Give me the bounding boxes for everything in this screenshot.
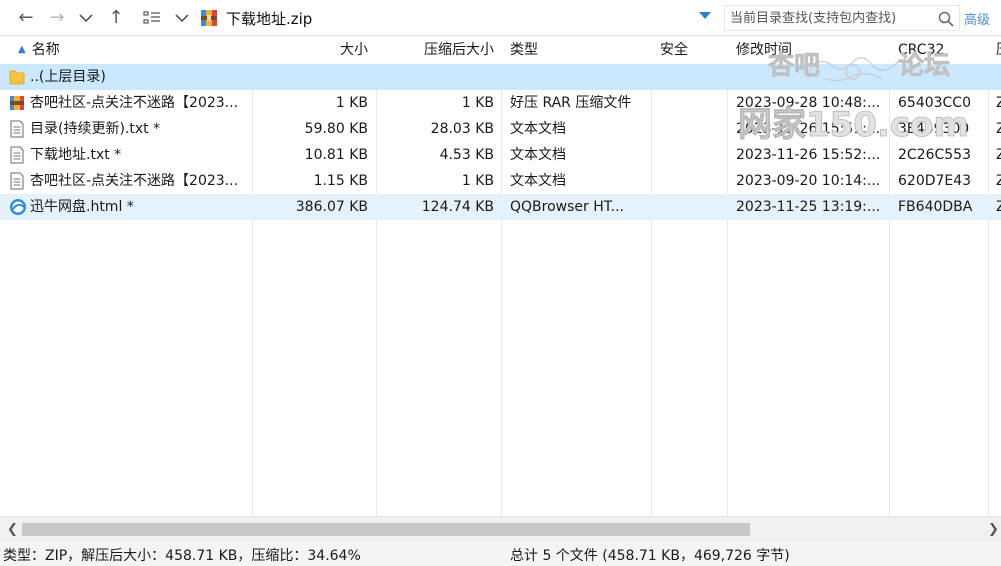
text-file-icon — [9, 120, 25, 138]
toolbar: ← → ↑ 下载地址.zip 当前目录查找(支持包内查找) 高级 — [0, 0, 1001, 36]
file-table: ▲ 名称 大小 压缩后大小 类型 安全 修改时间 CRC32 压 ..(上层目录… — [0, 36, 1001, 516]
file-extra: Z — [996, 173, 1001, 189]
file-security — [660, 116, 724, 142]
file-crc: 620D7E43 — [898, 173, 972, 189]
file-modified: 2023-09-20 10:14:... — [736, 173, 881, 189]
search-icon[interactable] — [938, 11, 954, 27]
browser-html-icon — [9, 198, 26, 216]
sort-up-arrow-icon: ▲ — [18, 44, 26, 55]
file-modified: 2023-11-26 15:52:... — [736, 147, 881, 163]
view-chevron-down-icon[interactable] — [170, 6, 194, 30]
file-extra: Z — [996, 199, 1001, 215]
file-size: 386.07 KB — [295, 199, 368, 215]
path-bar[interactable]: 下载地址.zip — [196, 5, 718, 31]
scroll-left-arrow-icon[interactable]: ❮ — [7, 522, 18, 537]
file-name: 目录(持续更新).txt * — [30, 121, 161, 137]
search-box[interactable] — [724, 5, 960, 31]
search-input[interactable] — [725, 6, 933, 30]
table-row[interactable]: 杏吧社区-点关注不迷路【2023... 1 KB 1 KB 好压 RAR 压缩文… — [0, 90, 1001, 116]
view-list-icon[interactable] — [140, 6, 164, 30]
column-header-name-label: 名称 — [31, 42, 60, 58]
file-compressed-size: 1 KB — [461, 173, 494, 189]
file-crc: 65403CC0 — [898, 95, 971, 111]
path-dropdown-icon[interactable] — [699, 12, 711, 19]
forward-arrow-icon[interactable]: → — [45, 6, 69, 30]
file-compressed-size: 4.53 KB — [439, 147, 494, 163]
file-crc: FB640DBA — [898, 199, 973, 215]
table-row-selected[interactable]: 迅牛网盘.html * 386.07 KB 124.74 KB QQBrowse… — [0, 194, 1001, 220]
column-header-security[interactable]: 安全 — [660, 36, 724, 64]
file-type: 文本文档 — [510, 147, 566, 163]
history-chevron-down-icon[interactable] — [74, 6, 98, 30]
column-header-name[interactable]: ▲ 名称 — [18, 36, 248, 64]
back-arrow-icon[interactable]: ← — [14, 6, 38, 30]
file-size: 1.15 KB — [313, 173, 368, 189]
file-name: 迅牛网盘.html * — [30, 199, 134, 215]
file-name: 杏吧社区-点关注不迷路【2023... — [30, 95, 239, 111]
table-row[interactable]: 杏吧社区-点关注不迷路【2023... 1.15 KB 1 KB 文本文档 20… — [0, 168, 1001, 194]
scroll-right-arrow-icon[interactable]: ❯ — [988, 522, 999, 537]
file-crc: 3E449300 — [898, 121, 970, 137]
advanced-search-link[interactable]: 高级 — [964, 9, 990, 28]
column-header-compressed[interactable]: 压缩后大小 — [376, 36, 494, 64]
table-row[interactable]: 下载地址.txt * 10.81 KB 4.53 KB 文本文档 2023-11… — [0, 142, 1001, 168]
status-total-info: 总计 5 个文件 (458.71 KB，469,726 字节) — [510, 548, 790, 564]
zip-archive-icon — [200, 9, 218, 27]
column-header-extra[interactable]: 压 — [996, 36, 1001, 64]
file-type: 文本文档 — [510, 121, 566, 137]
column-header-type[interactable]: 类型 — [510, 36, 648, 64]
column-header-size[interactable]: 大小 — [252, 36, 368, 64]
file-compressed-size: 1 KB — [461, 95, 494, 111]
file-size: 59.80 KB — [304, 121, 368, 137]
file-modified: 2023-11-25 13:19:... — [736, 199, 881, 215]
file-type: 好压 RAR 压缩文件 — [510, 95, 632, 111]
file-modified: 2023-09-28 10:48:... — [736, 95, 881, 111]
file-security — [660, 194, 724, 220]
table-header: ▲ 名称 大小 压缩后大小 类型 安全 修改时间 CRC32 压 — [0, 36, 1001, 64]
file-security — [660, 90, 724, 116]
file-security — [660, 168, 724, 194]
status-archive-info: 类型：ZIP，解压后大小：458.71 KB，压缩比：34.64% — [3, 548, 361, 564]
file-size: 10.81 KB — [304, 147, 368, 163]
file-name: 杏吧社区-点关注不迷路【2023... — [30, 173, 239, 189]
file-compressed-size: 28.03 KB — [430, 121, 494, 137]
status-bar: 类型：ZIP，解压后大小：458.71 KB，压缩比：34.64% 总计 5 个… — [0, 541, 1001, 566]
path-text: 下载地址.zip — [226, 9, 313, 28]
text-file-icon — [9, 146, 25, 164]
file-extra: Z — [996, 147, 1001, 163]
up-arrow-icon[interactable]: ↑ — [104, 6, 128, 30]
file-security — [660, 142, 724, 168]
file-type: 文本文档 — [510, 173, 566, 189]
table-row[interactable]: 目录(持续更新).txt * 59.80 KB 28.03 KB 文本文档 20… — [0, 116, 1001, 142]
folder-icon — [9, 68, 25, 86]
column-header-modified[interactable]: 修改时间 — [736, 36, 886, 64]
column-header-crc[interactable]: CRC32 — [898, 36, 986, 64]
file-extra: Z — [996, 121, 1001, 137]
file-compressed-size: 124.74 KB — [421, 199, 494, 215]
scrollbar-thumb[interactable] — [22, 523, 750, 536]
parent-directory-label: ..(上层目录) — [30, 69, 106, 85]
file-name: 下载地址.txt * — [30, 147, 122, 163]
file-modified: 2023-11-26 15:51:... — [736, 121, 881, 137]
parent-directory-row[interactable]: ..(上层目录) — [0, 64, 1001, 90]
file-extra: Z — [996, 95, 1001, 111]
rar-archive-icon — [9, 94, 25, 112]
file-size: 1 KB — [335, 95, 368, 111]
file-type: QQBrowser HT... — [510, 199, 624, 215]
file-crc: 2C26C553 — [898, 147, 971, 163]
horizontal-scrollbar[interactable]: ❮ ❯ — [0, 516, 1001, 541]
text-file-icon — [9, 172, 25, 190]
